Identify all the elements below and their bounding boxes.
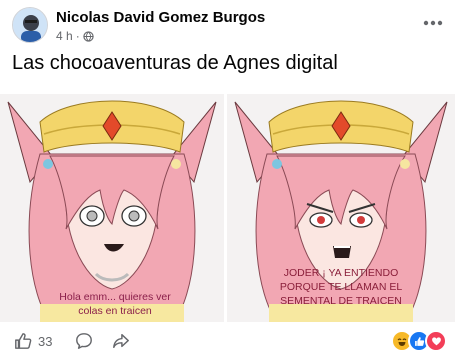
share-icon [113, 333, 129, 349]
globe-icon [83, 30, 94, 42]
post-images[interactable]: Hola emm... quieres ver colas en traicen [0, 94, 455, 322]
more-dots-icon [423, 20, 443, 26]
like-button[interactable]: 33 [14, 328, 52, 354]
post-time[interactable]: 4 h [56, 29, 73, 43]
caption-right-line2: PORQUE TE LLAMAN EL [279, 281, 403, 293]
more-options-button[interactable] [418, 10, 448, 36]
love-reaction-icon [425, 330, 447, 352]
caption-right: JODER ¡ YA ENTIENDO PORQUE TE LLAMAN EL … [271, 266, 411, 308]
anime-girl-drawing-left [0, 94, 224, 322]
comment-button[interactable] [75, 328, 93, 354]
caption-left: Hola emm... quieres ver colas en traicen [40, 290, 190, 318]
image-left[interactable]: Hola emm... quieres ver colas en traicen [0, 94, 224, 322]
caption-right-line1: JODER ¡ YA ENTIENDO [283, 267, 399, 279]
author-name[interactable]: Nicolas David Gomez Burgos [56, 9, 265, 26]
caption-left-line1: Hola emm... quieres ver [59, 291, 171, 303]
caption-right-line3: SEMENTAL DE TRAICEN [280, 295, 402, 307]
reaction-summary[interactable] [391, 330, 447, 352]
post-meta: 4 h · [56, 29, 94, 43]
comment-icon [76, 333, 92, 349]
thumbs-up-icon [15, 333, 32, 349]
caption-left-line2: colas en traicen [78, 305, 152, 317]
meta-separator: · [75, 29, 80, 43]
post-header: Nicolas David Gomez Burgos 4 h · [0, 0, 455, 48]
image-right[interactable]: JODER ¡ YA ENTIENDO PORQUE TE LLAMAN EL … [227, 94, 455, 322]
post-text: Las chocoaventuras de Agnes digital [12, 52, 338, 74]
share-button[interactable] [112, 328, 130, 354]
like-count[interactable]: 33 [38, 334, 52, 349]
post-actions: 33 [0, 324, 455, 360]
avatar[interactable] [12, 7, 48, 43]
